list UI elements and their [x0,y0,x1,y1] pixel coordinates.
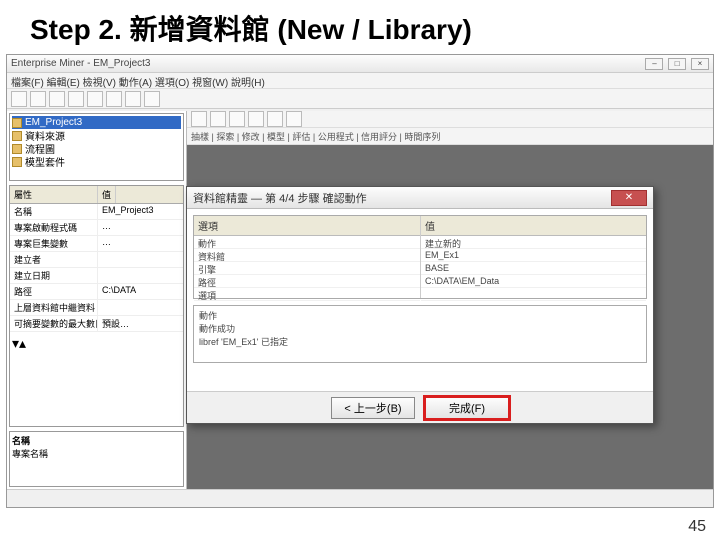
dialog-titlebar: 資料館精靈 — 第 4/4 步驟 確認動作 ✕ [187,187,653,209]
prop-value: EM_Project3 [98,204,158,219]
project-tree[interactable]: EM_Project3 資料來源 流程圖 模型套件 [9,113,184,181]
prop-value: … [98,236,115,251]
properties-header: 屬性 值 [10,186,183,204]
grid-cell: 選項 [194,288,420,301]
close-button[interactable]: × [691,58,709,70]
menubar[interactable]: 檔案(F) 編輯(E) 檢視(V) 動作(A) 選項(O) 視窗(W) 說明(H… [7,73,713,89]
toolbar-btn[interactable] [87,91,103,107]
property-row[interactable]: 專案啟動程式碼… [10,220,183,236]
toolbar-btn[interactable] [68,91,84,107]
prop-value [98,300,106,315]
col-value: 值 [98,186,116,203]
app-titlebar: Enterprise Miner - EM_Project3 – □ × [7,55,713,73]
canvas-tool-btn[interactable] [191,111,207,127]
folder-icon [12,157,22,167]
properties-panel: 屬性 值 名稱EM_Project3專案啟動程式碼…專案巨集變數…建立者建立日期… [9,185,184,427]
folder-icon [12,131,22,141]
dialog-title: 資料館精靈 — 第 4/4 步驟 確認動作 [193,190,367,206]
dialog-close-button[interactable]: ✕ [611,190,647,206]
col-property: 屬性 [10,186,98,203]
prop-value [98,252,106,267]
back-button[interactable]: < 上一步(B) [331,397,415,419]
name-label: 名稱 [12,434,181,447]
library-wizard-dialog: 資料館精靈 — 第 4/4 步驟 確認動作 ✕ 選項 動作資料館引擎路徑選項 值… [186,186,654,424]
window-buttons: – □ × [643,58,709,70]
toolbar-btn[interactable] [11,91,27,107]
grid-cell: EM_Ex1 [421,249,646,262]
name-desc: 專案名稱 [12,447,181,460]
dialog-footer: < 上一步(B) 完成(F) [187,391,653,423]
canvas-tool-btn[interactable] [286,111,302,127]
toolbar-btn[interactable] [30,91,46,107]
result-panel: 動作 動作成功 libref 'EM_Ex1' 已指定 [193,305,647,363]
prop-key: 建立者 [10,252,98,267]
result-line: 動作 [199,309,641,322]
main-toolbar [7,89,713,109]
grid-cell: 建立新的 [421,236,646,249]
canvas-tool-btn[interactable] [229,111,245,127]
prop-key: 可摘要變數的最大數目 [10,316,98,331]
grid-cell: BASE [421,262,646,275]
grid-header-value: 值 [421,216,646,236]
folder-icon [12,144,22,154]
left-pane: EM_Project3 資料來源 流程圖 模型套件 ▾▴ 屬性 值 名稱EM_P… [7,111,187,489]
app-title: Enterprise Miner - EM_Project3 [11,58,151,69]
summary-grid: 選項 動作資料館引擎路徑選項 值 建立新的EM_Ex1BASEC:\DATA\E… [193,215,647,299]
result-line: 動作成功 [199,322,641,335]
toolbar-btn[interactable] [125,91,141,107]
canvas-tool-btn[interactable] [248,111,264,127]
grid-cell: 引擎 [194,262,420,275]
toolbar-btn[interactable] [144,91,160,107]
property-row[interactable]: 建立日期 [10,268,183,284]
name-panel: 名稱 專案名稱 [9,431,184,487]
prop-key: 名稱 [10,204,98,219]
prop-key: 建立日期 [10,268,98,283]
grid-cell [421,288,646,301]
property-row[interactable]: 上層資料館中繼資料 [10,300,183,316]
canvas-tool-btn[interactable] [210,111,226,127]
grid-cell: C:\DATA\EM_Data [421,275,646,288]
prop-key: 上層資料館中繼資料 [10,300,98,315]
minimize-button[interactable]: – [645,58,663,70]
prop-value: 預設… [98,316,133,331]
property-row[interactable]: 專案巨集變數… [10,236,183,252]
canvas-tabs[interactable]: 抽樣 | 探索 | 修改 | 模型 | 評估 | 公用程式 | 信用評分 | 時… [187,128,713,145]
property-row[interactable]: 名稱EM_Project3 [10,204,183,220]
canvas-tool-btn[interactable] [267,111,283,127]
finish-button[interactable]: 完成(F) [425,397,509,419]
prop-value: … [98,220,115,235]
prop-key: 專案巨集變數 [10,236,98,251]
property-row[interactable]: 可摘要變數的最大數目預設… [10,316,183,332]
canvas-toolbar: 抽樣 | 探索 | 修改 | 模型 | 評估 | 公用程式 | 信用評分 | 時… [187,111,713,145]
folder-icon [12,118,22,128]
prop-key: 專案啟動程式碼 [10,220,98,235]
slide-page-number: 45 [688,518,706,536]
maximize-button[interactable]: □ [668,58,686,70]
panel-splitter-icon[interactable]: ▾▴ [12,335,26,352]
grid-cell: 路徑 [194,275,420,288]
prop-value: C:\DATA [98,284,140,299]
result-line: libref 'EM_Ex1' 已指定 [199,335,641,348]
prop-key: 路徑 [10,284,98,299]
toolbar-btn[interactable] [106,91,122,107]
toolbar-btn[interactable] [49,91,65,107]
grid-cell: 動作 [194,236,420,249]
slide-title: Step 2. 新增資料館 (New / Library) [0,0,720,54]
prop-value [98,268,106,283]
grid-header-option: 選項 [194,216,420,236]
property-row[interactable]: 路徑C:\DATA [10,284,183,300]
statusbar [7,489,713,507]
property-row[interactable]: 建立者 [10,252,183,268]
tree-item-packages[interactable]: 模型套件 [12,155,181,168]
grid-cell: 資料館 [194,249,420,262]
